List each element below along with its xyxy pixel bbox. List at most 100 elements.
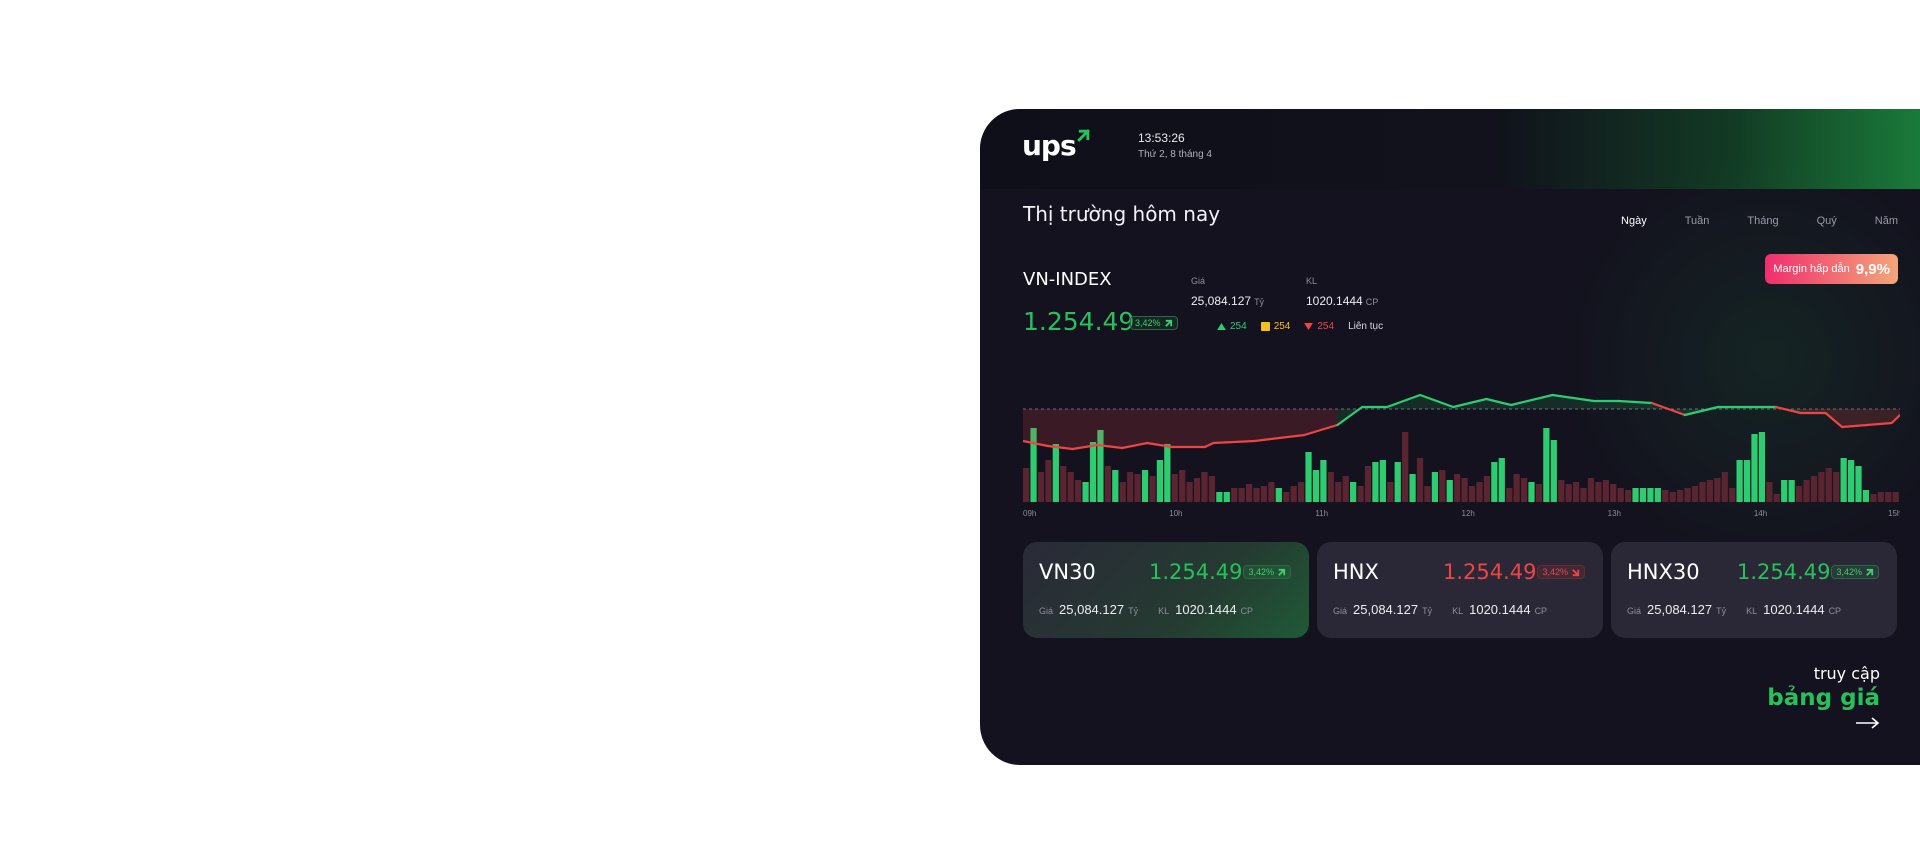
volume-bar [1223, 492, 1230, 502]
volume-bar [1855, 466, 1862, 502]
card-volume-unit: CP [1828, 606, 1842, 616]
card-price-unit: Tỷ [1128, 606, 1139, 616]
volume-bar [1684, 488, 1691, 502]
card-change-text: 3,42% [1836, 567, 1862, 577]
card-value: 1.254.49 [1443, 560, 1537, 584]
arrow-right-icon [1856, 717, 1880, 729]
clock-time: 13:53:26 [1138, 131, 1185, 145]
volume-bar [1171, 474, 1178, 502]
x-tick-label: 14h [1754, 509, 1767, 518]
margin-badge-value: 9,9% [1855, 260, 1890, 278]
volume-bar [1862, 490, 1870, 502]
card-volume-label: KL [1452, 606, 1464, 616]
volume-bar [1320, 460, 1327, 502]
card-price-value: 25,084.127 [1059, 602, 1125, 617]
volume-bar [1372, 462, 1379, 502]
clock-date: Thứ 2, 8 tháng 4 [1138, 149, 1212, 160]
tab-week[interactable]: Tuần [1685, 215, 1710, 227]
card-volume-value: 1020.1444 [1469, 602, 1531, 617]
volume-bar [1394, 462, 1401, 502]
price-area-down [1023, 409, 1900, 449]
volume-bar [1439, 470, 1446, 502]
volume-bar [1335, 482, 1342, 502]
volume-bar [1691, 486, 1699, 502]
price-board-link[interactable]: truy cập bảng giá [1767, 664, 1880, 729]
volume-bar [1112, 470, 1119, 502]
volume-bar [1089, 442, 1097, 502]
card-volume-label: KL [1158, 606, 1170, 616]
volume-bar [1134, 474, 1141, 502]
tab-quarter[interactable]: Quý [1817, 215, 1837, 227]
card-change-badge: 3,42% [1243, 565, 1291, 579]
card-price-unit: Tỷ [1422, 606, 1433, 616]
index-card-hnx[interactable]: HNX 1.254.49 3,42% Giá 25,084.127 Tỷ KL … [1317, 542, 1603, 638]
volume-bar [1275, 488, 1282, 502]
volume-bar [1104, 466, 1111, 502]
volume-bar [1305, 452, 1312, 502]
volume-bar [1751, 434, 1758, 502]
volume-bar [1290, 486, 1297, 502]
price-value: 25,084.127 [1191, 294, 1252, 308]
volume-bar [1840, 458, 1847, 502]
tab-year[interactable]: Năm [1875, 215, 1898, 227]
index-name: VN-INDEX [1023, 269, 1112, 290]
header-bar [980, 109, 1920, 189]
volume-bar [1803, 480, 1810, 502]
volume-bar [1625, 490, 1632, 502]
volume-bar [1580, 488, 1587, 502]
card-stats: Giá 25,084.127 Tỷ KL 1020.1444 CP [1627, 602, 1841, 617]
brand-logo[interactable]: ups [1022, 129, 1090, 162]
volume-bar [1387, 482, 1394, 502]
x-tick-label: 12h [1462, 509, 1475, 518]
volume-bar [1833, 472, 1840, 502]
volume-bar [1037, 472, 1045, 502]
triangle-down-icon [1304, 323, 1314, 330]
volume-bar [1454, 474, 1461, 502]
volume-bar [1238, 488, 1245, 502]
tab-month[interactable]: Tháng [1747, 215, 1778, 227]
price-unit: Tỷ [1254, 297, 1265, 307]
triangle-up-icon [1217, 323, 1226, 330]
card-price-label: Giá [1627, 606, 1642, 616]
volume-unit: CP [1365, 297, 1379, 307]
margin-promo-badge[interactable]: Margin hấp dẫn 9,9% [1765, 254, 1898, 284]
volume-bar [1186, 482, 1193, 502]
cta-line1: truy cập [1813, 664, 1880, 683]
volume-bar [1483, 476, 1491, 502]
volume-bar [1550, 440, 1557, 502]
volume-bar [1149, 476, 1156, 502]
volume-value-row: 1020.1444 CP [1306, 294, 1378, 308]
card-value: 1.254.49 [1149, 560, 1243, 584]
index-card-vn30[interactable]: VN30 1.254.49 3,42% Giá 25,084.127 Tỷ KL… [1023, 542, 1309, 638]
price-value-row: 25,084.127 Tỷ [1191, 294, 1264, 308]
volume-bar [1795, 486, 1803, 502]
intraday-chart: 09h 10h 11h 12h 13h 14h 15h [1023, 393, 1900, 518]
card-name: VN30 [1039, 560, 1096, 584]
down-count: 254 [1304, 321, 1334, 332]
volume-bar [1498, 458, 1505, 502]
index-card-hnx30[interactable]: HNX30 1.254.49 3,42% Giá 25,084.127 Tỷ K… [1611, 542, 1897, 638]
card-change-badge: 3,42% [1537, 565, 1585, 579]
x-tick-label: 10h [1169, 509, 1182, 518]
index-cards: VN30 1.254.49 3,42% Giá 25,084.127 Tỷ KL… [1023, 542, 1897, 638]
volume-bar [1885, 492, 1892, 502]
advance-decline-counts: 254 254 254 Liên tục [1217, 321, 1383, 332]
section-title: Thị trường hôm nay [1023, 202, 1221, 226]
volume-bar [1617, 488, 1624, 502]
volume-bar [1468, 486, 1476, 502]
volume-bar [1669, 492, 1676, 502]
volume-bar [1342, 476, 1349, 502]
volume-bar [1729, 488, 1736, 502]
volume-bar [1060, 466, 1067, 502]
card-change-text: 3,42% [1248, 567, 1274, 577]
volume-bar [1558, 480, 1565, 502]
volume-bar [1350, 482, 1357, 502]
square-icon [1260, 322, 1270, 331]
volume-bar [1357, 486, 1364, 502]
tab-day[interactable]: Ngày [1621, 215, 1647, 227]
volume-bar [1543, 428, 1550, 502]
volume-bar [1506, 488, 1513, 502]
volume-label: KL [1306, 276, 1318, 286]
volume-bar [1260, 486, 1268, 502]
x-tick-label: 11h [1315, 509, 1328, 518]
